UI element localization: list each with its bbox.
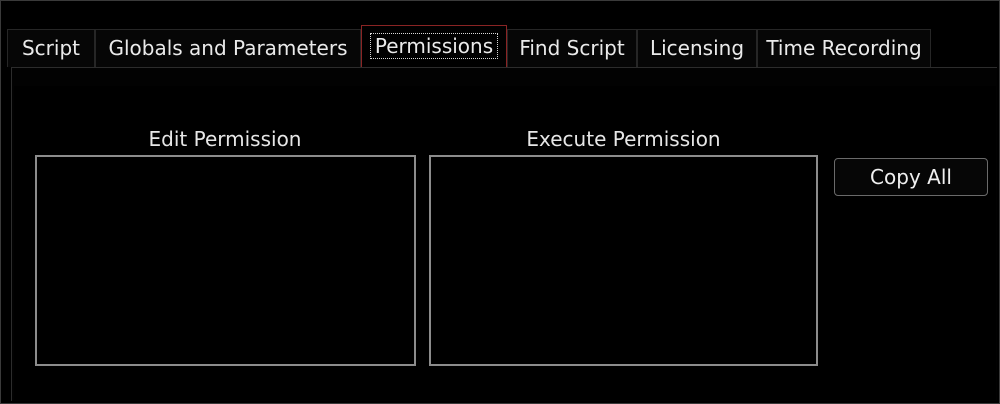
execute-permission-label: Execute Permission <box>526 127 721 151</box>
script-editor-window: Script Globals and Parameters Permission… <box>0 0 1000 404</box>
tab-script[interactable]: Script <box>7 29 95 67</box>
tab-licensing-label: Licensing <box>649 36 745 60</box>
tab-licensing[interactable]: Licensing <box>637 29 757 67</box>
tab-time-recording-label: Time Recording <box>766 36 922 60</box>
tab-bar: Script Globals and Parameters Permission… <box>7 25 997 67</box>
tab-find-script[interactable]: Find Script <box>507 29 637 67</box>
tab-script-label: Script <box>21 36 80 60</box>
tab-permissions[interactable]: Permissions <box>361 25 507 67</box>
edit-permission-label: Edit Permission <box>148 127 302 151</box>
tab-globals-and-parameters-label: Globals and Parameters <box>108 36 348 60</box>
tab-globals-and-parameters[interactable]: Globals and Parameters <box>95 29 361 67</box>
execute-permission-list[interactable] <box>429 155 818 366</box>
copy-all-button[interactable]: Copy All <box>834 158 988 196</box>
tab-time-recording[interactable]: Time Recording <box>757 29 931 67</box>
edit-permission-list[interactable] <box>35 155 416 366</box>
tab-find-script-label: Find Script <box>519 36 625 60</box>
tab-permissions-label: Permissions <box>369 33 499 59</box>
